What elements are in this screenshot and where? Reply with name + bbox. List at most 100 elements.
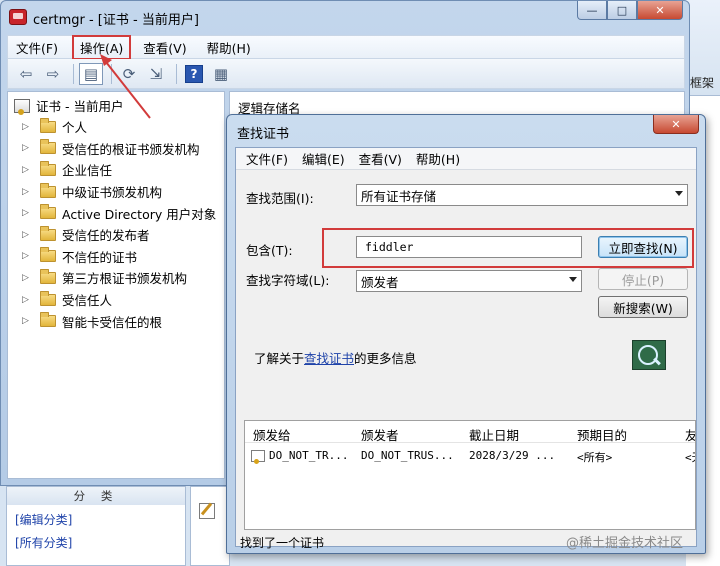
folder-icon	[40, 268, 56, 284]
folder-icon	[40, 247, 56, 263]
dialog-menu-help[interactable]: 帮助(H)	[410, 147, 466, 170]
minimize-button[interactable]: —	[577, 1, 607, 20]
tree-item-personal[interactable]: ▷ 个人	[22, 116, 216, 138]
dialog-menu-edit[interactable]: 编辑(E)	[296, 147, 351, 170]
dialog-title: 查找证书	[237, 127, 290, 142]
folder-icon	[40, 117, 56, 133]
tree-root[interactable]: 证书 - 当前用户	[14, 96, 123, 115]
find-certificates-dialog: 查找证书 ✕ 文件(F) 编辑(E) 查看(V) 帮助(H) 查找范围(I): …	[226, 114, 706, 554]
maximize-button[interactable]: □	[607, 1, 637, 20]
column-intended-purposes[interactable]: 预期目的	[577, 425, 627, 444]
find-now-button[interactable]: 立即查找(N)	[598, 236, 688, 258]
tree-item-trusted-people[interactable]: ▷ 受信任人	[22, 289, 216, 311]
dropdown-arrow-icon	[675, 191, 683, 196]
tree-item-active-directory[interactable]: ▷ Active Directory 用户对象	[22, 202, 216, 224]
tree-item-smart-card-root[interactable]: ▷ 智能卡受信任的根	[22, 310, 216, 332]
field-label: 查找字符域(L):	[246, 273, 330, 288]
category-header: 分 类	[7, 487, 185, 505]
find-certificates-help-link[interactable]: 查找证书	[304, 351, 354, 366]
tree-item-label: Active Directory 用户对象	[62, 206, 217, 222]
caption-buttons: — □ ✕	[577, 1, 683, 21]
cell-issued-by: DO_NOT_TRUS...	[361, 449, 454, 462]
table-row[interactable]: DO_NOT_TR... DO_NOT_TRUS... 2028/3/29 ..…	[245, 447, 695, 467]
cell-friendly-name: <无>	[685, 451, 695, 464]
watermark-text: @稀土掘金技术社区	[566, 536, 684, 551]
tree-list: ▷ 个人 ▷ 受信任的根证书颁发机构 ▷ 企业信任 ▷ 中级证书颁发机构 ▷ Active…	[22, 116, 216, 332]
tree-item-untrusted[interactable]: ▷ 不信任的证书	[22, 246, 216, 268]
column-issued-to[interactable]: 颁发给	[253, 425, 291, 444]
tree-item-label: 第三方根证书颁发机构	[62, 271, 188, 287]
results-list[interactable]: 颁发给 颁发者 截止日期 预期目的 友好 DO_NOT_TR... DO_NOT…	[244, 420, 696, 530]
folder-icon	[40, 204, 56, 220]
expand-icon[interactable]: ▷	[22, 295, 34, 305]
tree-item-trusted-root[interactable]: ▷ 受信任的根证书颁发机构	[22, 138, 216, 160]
tree-item-label: 中级证书颁发机构	[62, 185, 163, 201]
contains-input[interactable]: fiddler	[356, 236, 582, 258]
tree-item-label: 受信任的发布者	[62, 228, 150, 244]
folder-icon	[40, 312, 56, 328]
category-panel: 分 类 [编辑分类] [所有分类]	[6, 486, 186, 566]
certificate-icon	[251, 450, 265, 464]
export-list-icon[interactable]: ⇲	[144, 63, 168, 85]
toolbar-separator	[73, 63, 74, 84]
cell-issued-to: DO_NOT_TR...	[269, 449, 349, 462]
all-categories-link[interactable]: [所有分类]	[15, 534, 185, 551]
expand-icon[interactable]: ▷	[22, 187, 34, 197]
menu-help[interactable]: 帮助(H)	[199, 35, 259, 60]
tree-item-enterprise-trust[interactable]: ▷ 企业信任	[22, 159, 216, 181]
edit-icon[interactable]	[199, 503, 215, 519]
scope-value: 所有证书存储	[361, 188, 437, 204]
dialog-body: 文件(F) 编辑(E) 查看(V) 帮助(H) 查找范围(I): 所有证书存储 …	[235, 147, 697, 550]
new-search-button[interactable]: 新搜索(W)	[598, 296, 688, 318]
expand-icon[interactable]: ▷	[22, 273, 34, 283]
expand-icon[interactable]: ▷	[22, 122, 34, 132]
tree-item-third-party-root[interactable]: ▷ 第三方根证书颁发机构	[22, 267, 216, 289]
edit-category-link[interactable]: [编辑分类]	[15, 511, 185, 528]
column-issued-by[interactable]: 颁发者	[361, 425, 399, 444]
dialog-menu-file[interactable]: 文件(F)	[240, 147, 294, 170]
column-expiration[interactable]: 截止日期	[469, 425, 519, 444]
expand-icon[interactable]: ▷	[22, 230, 34, 240]
stop-button[interactable]: 停止(P)	[598, 268, 688, 290]
tree-root-label: 证书 - 当前用户	[36, 99, 124, 114]
info-suffix: 的更多信息	[354, 351, 417, 366]
tree-item-label: 个人	[62, 120, 88, 136]
back-arrow-icon[interactable]: ⇦	[14, 63, 38, 85]
scope-dropdown[interactable]: 所有证书存储	[356, 184, 688, 206]
forward-arrow-icon[interactable]: ⇨	[41, 63, 65, 85]
folder-icon	[40, 139, 56, 155]
expand-icon[interactable]: ▷	[22, 208, 34, 218]
tree-item-intermediate-ca[interactable]: ▷ 中级证书颁发机构	[22, 181, 216, 203]
dialog-close-button[interactable]: ✕	[653, 115, 699, 134]
expand-icon[interactable]: ▷	[22, 251, 34, 261]
title-bar[interactable]: certmgr - [证书 - 当前用户] — □ ✕	[1, 1, 689, 33]
help-button[interactable]: ?	[182, 63, 206, 85]
properties-icon[interactable]: ▦	[209, 63, 233, 85]
toolbar-separator	[111, 63, 112, 84]
field-dropdown[interactable]: 颁发者	[356, 270, 582, 292]
tree-item-label: 智能卡受信任的根	[62, 314, 163, 330]
scope-label: 查找范围(I):	[246, 191, 314, 206]
info-line: 了解关于查找证书的更多信息	[254, 348, 417, 367]
menu-view[interactable]: 查看(V)	[135, 35, 194, 60]
dialog-menu-view[interactable]: 查看(V)	[353, 147, 408, 170]
menu-bar: 文件(F) 操作(A) 查看(V) 帮助(H)	[7, 34, 685, 60]
tree-item-label: 受信任人	[62, 293, 113, 309]
column-friendly-name[interactable]: 友好	[685, 425, 695, 444]
close-button[interactable]: ✕	[637, 1, 683, 20]
dropdown-arrow-icon	[569, 277, 577, 282]
toolbar: ⇦ ⇨ ▤ ⟳ ⇲ ? ▦	[7, 59, 685, 89]
certmgr-app-icon	[9, 9, 27, 25]
tree-item-trusted-publishers[interactable]: ▷ 受信任的发布者	[22, 224, 216, 246]
tree-item-label: 企业信任	[62, 163, 113, 179]
menu-action[interactable]: 操作(A)	[71, 34, 132, 60]
refresh-icon[interactable]: ⟳	[117, 63, 141, 85]
expand-icon[interactable]: ▷	[22, 165, 34, 175]
search-animation-icon	[632, 340, 666, 370]
show-hide-tree-icon[interactable]: ▤	[79, 62, 103, 85]
expand-icon[interactable]: ▷	[22, 316, 34, 326]
menu-file[interactable]: 文件(F)	[8, 35, 66, 60]
folder-icon	[40, 160, 56, 176]
expand-icon[interactable]: ▷	[22, 143, 34, 153]
folder-icon	[40, 290, 56, 306]
